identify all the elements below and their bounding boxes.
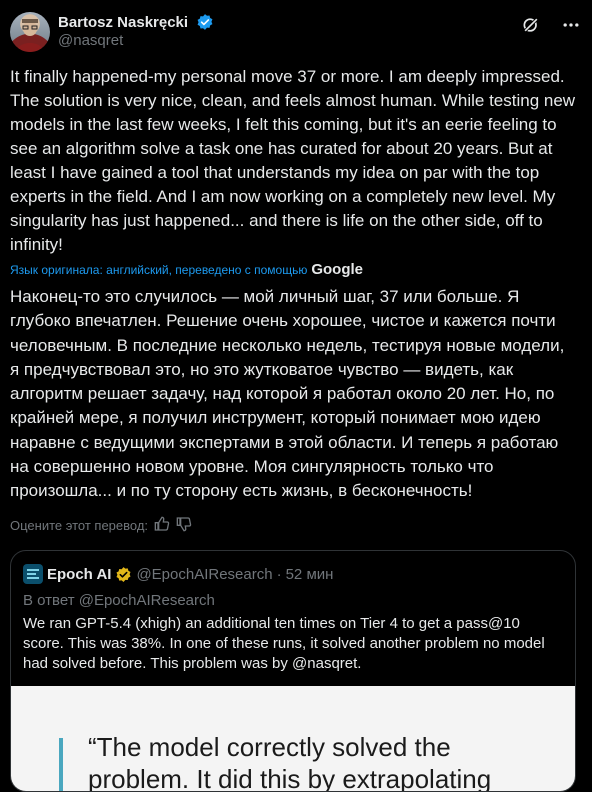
rate-translation: Оцените этот перевод: <box>10 516 192 535</box>
quoted-tweet-text: We ran GPT-5.4 (xhigh) an additional ten… <box>23 615 545 672</box>
thumbs-down-icon[interactable] <box>176 516 192 535</box>
avatar[interactable] <box>10 12 50 52</box>
tweet-header: Bartosz Naskręcki @nasqret <box>10 12 582 52</box>
translated-text: Наконец-то это случилось — мой личный ша… <box>10 287 570 501</box>
separator: · <box>276 565 282 583</box>
more-options-icon[interactable] <box>560 14 582 36</box>
quoted-tweet-header: Epoch AI @EpochAIResearch · 52 мин <box>23 564 333 584</box>
quote-bar <box>59 738 63 791</box>
thumbs-up-icon[interactable] <box>154 516 170 535</box>
translation-note[interactable]: Язык оригинала: английский, переведено с… <box>10 261 363 278</box>
grok-icon[interactable] <box>520 14 542 36</box>
author-name-row[interactable]: Bartosz Naskręcki <box>58 13 214 31</box>
avatar-icon <box>16 19 44 52</box>
gold-verified-badge-icon <box>116 566 131 582</box>
translation-note-label: Язык оригинала: английский, переведено с… <box>10 262 308 277</box>
epoch-ai-logo-icon <box>23 564 43 584</box>
header-actions <box>520 14 582 36</box>
quoted-tweet[interactable]: Epoch AI @EpochAIResearch · 52 мин В отв… <box>10 550 576 792</box>
author-name[interactable]: Bartosz Naskręcki <box>58 14 188 31</box>
rate-translation-label: Оцените этот перевод: <box>10 518 149 533</box>
google-logo: Google <box>311 261 364 278</box>
quoted-media-image[interactable]: “The model correctly solved the problem.… <box>11 686 575 792</box>
quoted-timestamp[interactable]: 52 мин <box>286 566 334 583</box>
tweet-text: It finally happened-my personal move 37 … <box>10 67 580 254</box>
image-quote-text: “The model correctly solved the problem.… <box>88 732 492 792</box>
verified-badge-icon <box>197 14 212 30</box>
author-handle[interactable]: @nasqret <box>58 32 123 49</box>
quoted-author-name[interactable]: Epoch AI <box>47 566 111 583</box>
quoted-author-handle[interactable]: @EpochAIResearch <box>136 566 272 583</box>
reply-to[interactable]: В ответ @EpochAIResearch <box>23 592 215 609</box>
